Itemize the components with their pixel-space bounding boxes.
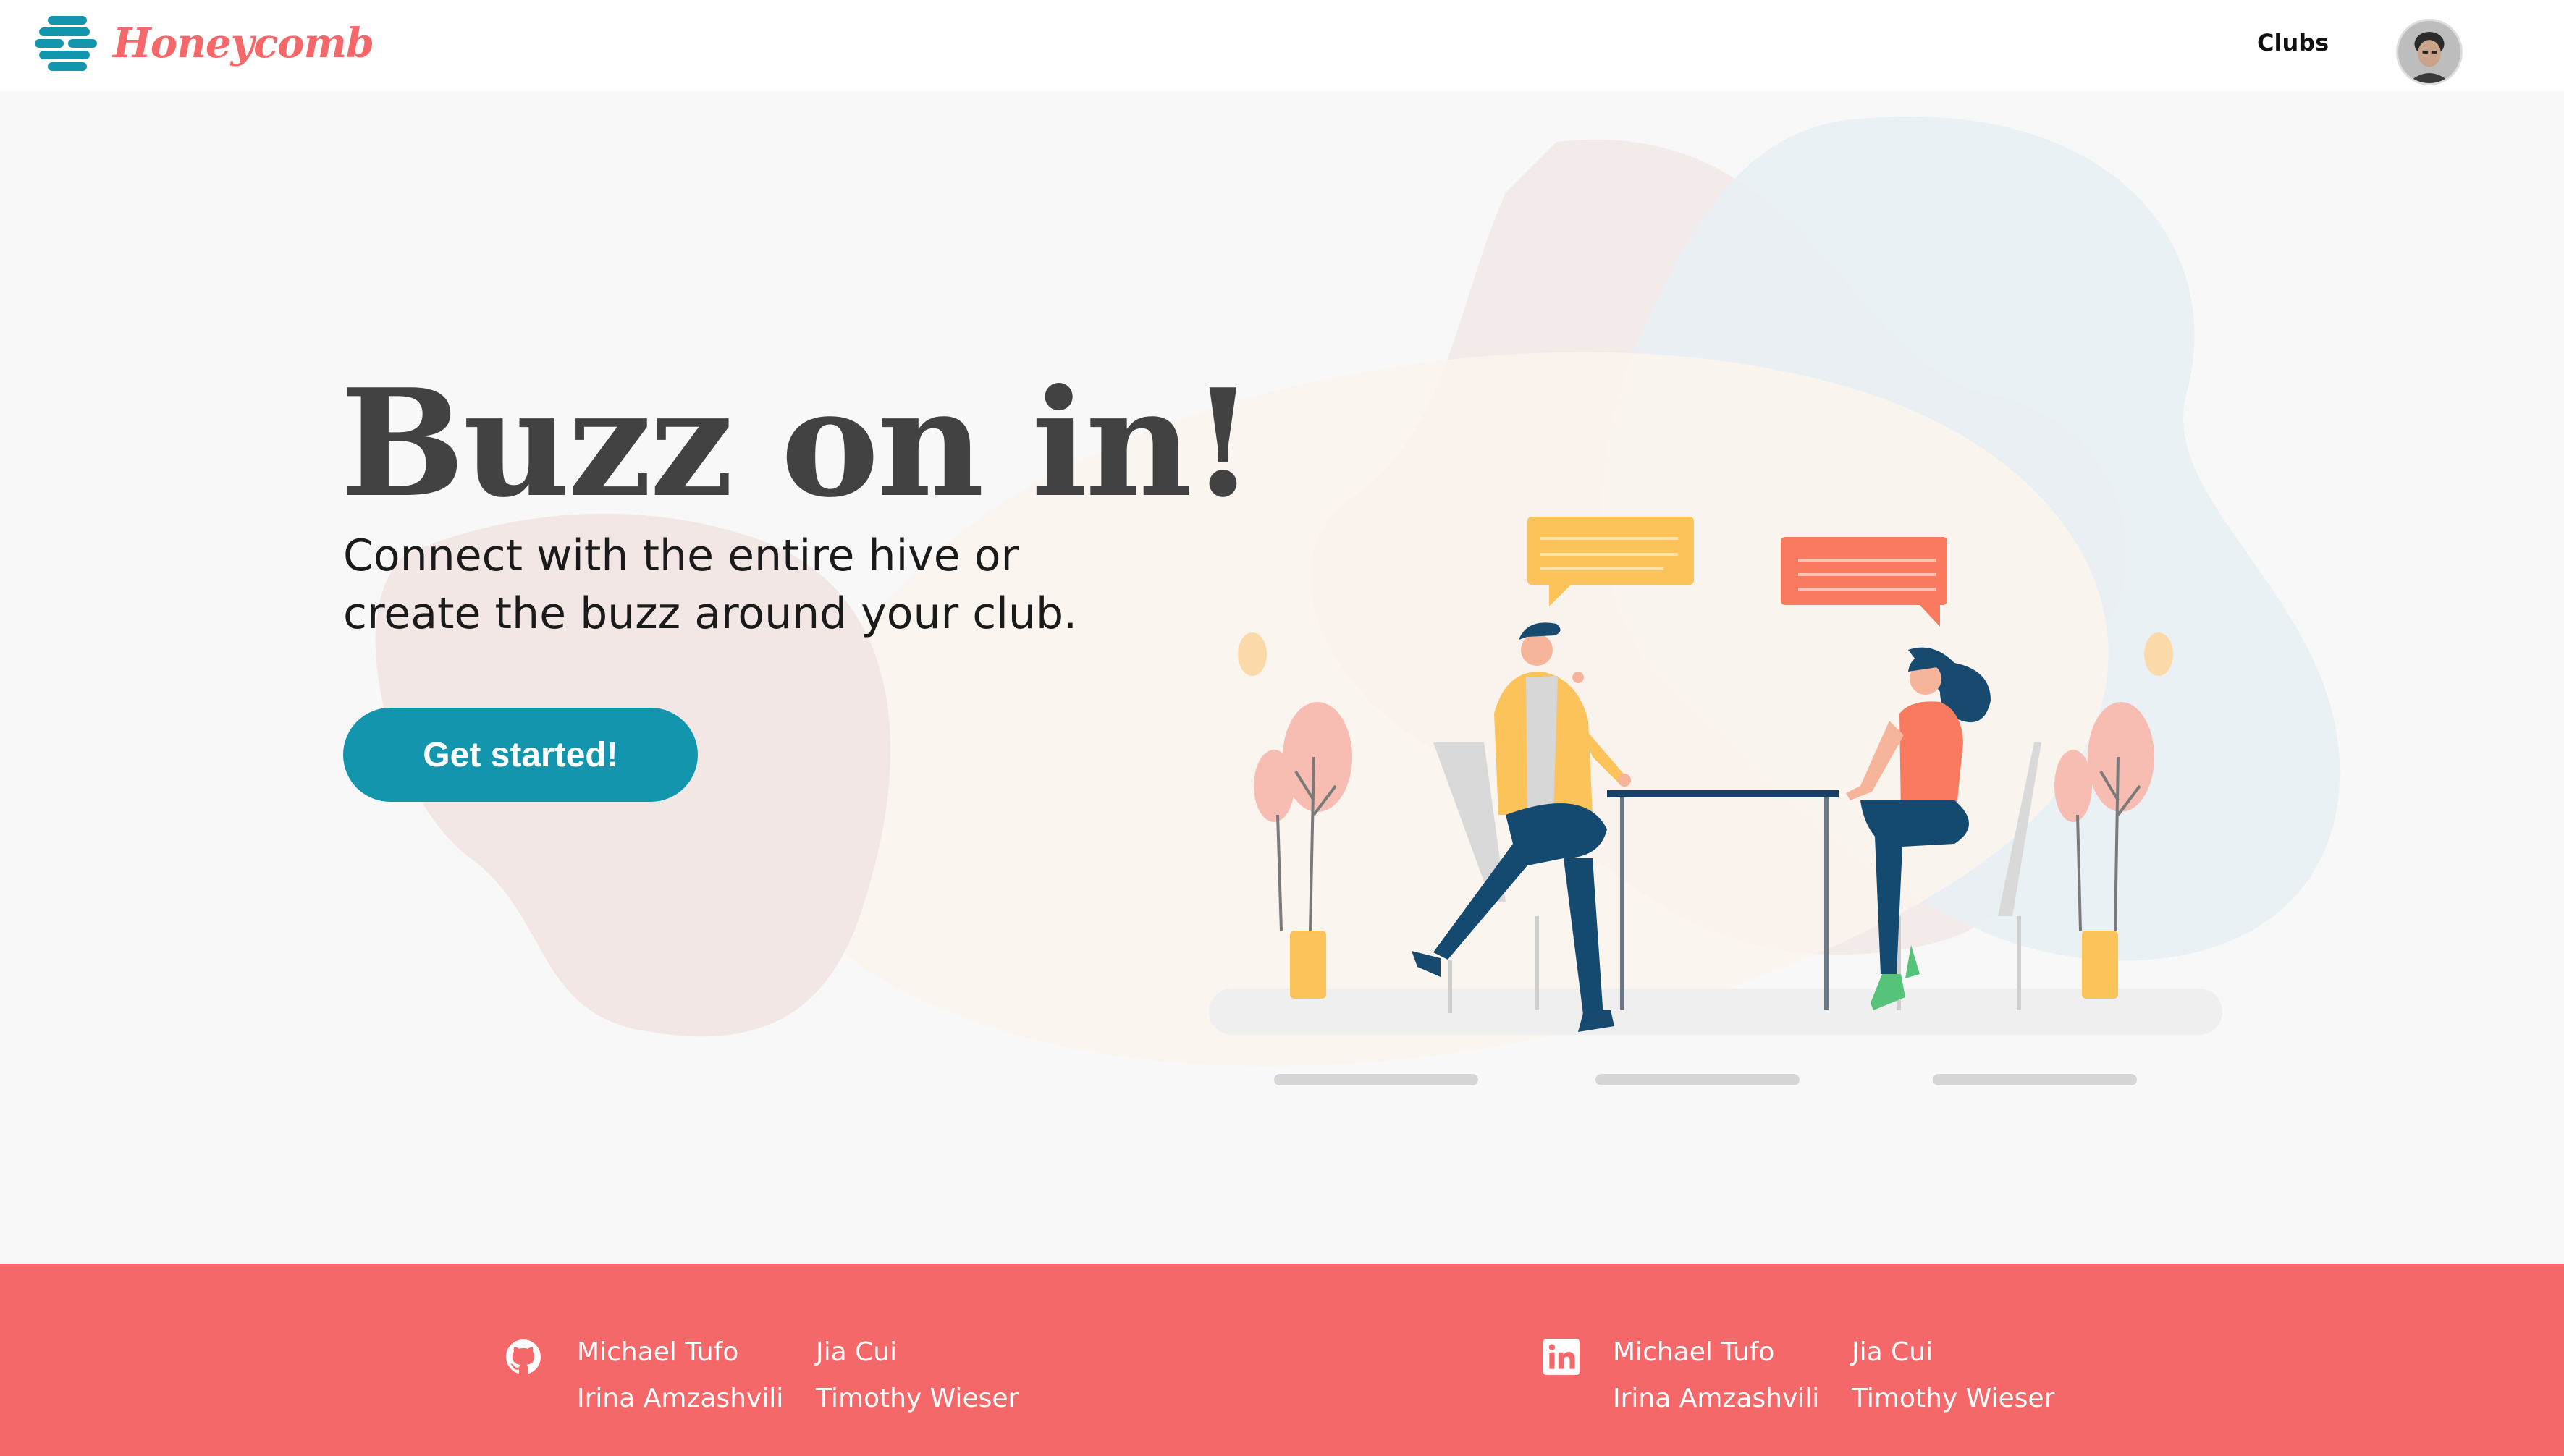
github-member-link[interactable]: Irina Amzashvili	[577, 1384, 783, 1413]
hero-title: Buzz on in!	[340, 357, 1255, 530]
linkedin-icon[interactable]	[1543, 1339, 1580, 1375]
get-started-button[interactable]: Get started!	[343, 708, 698, 802]
linkedin-member-link[interactable]: Timothy Wieser	[1852, 1384, 2054, 1413]
brand-logo[interactable]: Honeycomb	[35, 13, 374, 74]
avatar-photo	[2398, 21, 2460, 83]
hero-section: Buzz on in! Connect with the entire hive…	[0, 91, 2564, 1264]
github-member-link[interactable]: Jia Cui	[816, 1337, 897, 1367]
brand-name: Honeycomb	[113, 20, 374, 67]
github-icon[interactable]	[505, 1339, 541, 1375]
honeycomb-stack-icon	[35, 16, 97, 71]
conversation-illustration	[1209, 517, 2222, 1085]
linkedin-member-link[interactable]: Irina Amzashvili	[1613, 1384, 1819, 1413]
navbar: Honeycomb Clubs	[0, 0, 2564, 91]
nav-link-clubs[interactable]: Clubs	[2257, 29, 2329, 56]
footer: Michael Tufo Jia Cui Irina Amzashvili Ti…	[0, 1264, 2564, 1456]
github-member-link[interactable]: Michael Tufo	[577, 1337, 738, 1367]
linkedin-member-link[interactable]: Jia Cui	[1852, 1337, 1933, 1367]
linkedin-member-link[interactable]: Michael Tufo	[1613, 1337, 1774, 1367]
github-member-link[interactable]: Timothy Wieser	[816, 1384, 1019, 1413]
user-avatar[interactable]	[2396, 19, 2463, 85]
hero-subtitle: Connect with the entire hive or create t…	[343, 530, 1078, 639]
